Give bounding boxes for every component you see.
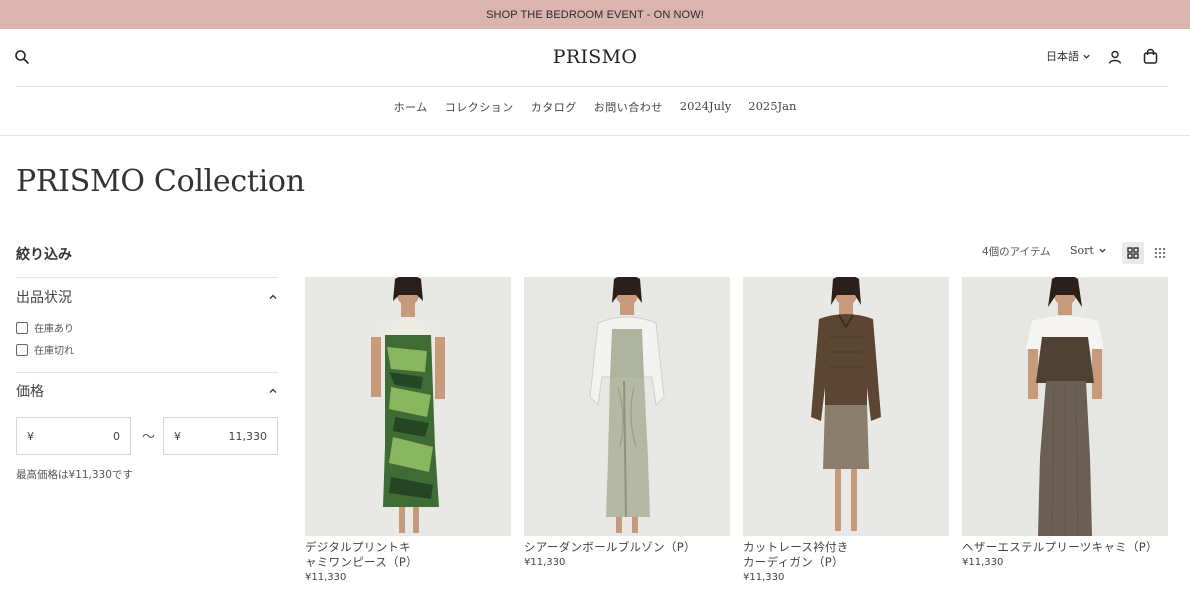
grid-small-icon [1155,248,1165,258]
sort-dropdown[interactable]: Sort [1070,244,1107,257]
price-range-separator: 〜 [142,430,156,445]
price-max-input[interactable]: ¥ 11,330 [163,417,278,455]
filter-divider [16,372,278,373]
main-nav: ホーム コレクション カタログ お問い合わせ 2024July 2025Jan [0,99,1190,115]
header-divider [16,86,1168,87]
chevron-up-icon [269,294,277,299]
site-header: PRISMO 日本語 [0,29,1190,86]
product-price: ¥11,330 [962,557,1004,568]
product-card[interactable]: デジタルプリントキ ャミワンピース（P） ¥11,330 [305,277,511,583]
nav-divider [0,135,1190,136]
product-photo-camo-dress [305,277,511,536]
page-title: PRISMO Collection [16,164,305,199]
product-image[interactable] [743,277,949,536]
account-icon[interactable] [1107,49,1123,65]
price-min-input[interactable]: ¥ 0 [16,417,131,455]
language-selector[interactable]: 日本語 [1046,48,1091,64]
price-max-value: 11,330 [228,429,268,443]
announcement-bar[interactable]: SHOP THE BEDROOM EVENT - ON NOW! [0,0,1190,29]
filter-title: 絞り込み [16,247,72,263]
product-card[interactable]: カットレース衿付き カーディガン（P） ¥11,330 [743,277,949,583]
in-stock-checkbox[interactable] [16,321,28,334]
filter-divider [16,277,278,278]
site-logo[interactable]: PRISMO [0,46,1190,68]
currency-symbol: ¥ [27,429,34,443]
product-image[interactable] [962,277,1168,536]
filter-option-out-of-stock[interactable]: 在庫切れ [16,342,74,357]
product-photo-cami [962,277,1168,536]
grid-4-view-button[interactable] [1151,244,1169,262]
max-price-note: 最高価格は¥11,330です [16,469,133,481]
availability-filter-toggle[interactable]: 出品状況 [16,287,278,307]
price-min-value: 0 [113,429,120,443]
filter-option-in-stock[interactable]: 在庫あり [16,320,74,335]
product-price: ¥11,330 [524,557,566,568]
product-photo-blouson [524,277,730,536]
product-name[interactable]: シアーダンボールブルゾン（P） [524,540,730,555]
product-name[interactable]: ヘザーエステルプリーツキャミ（P） [962,540,1168,555]
chevron-down-icon [1083,54,1090,59]
chevron-up-icon [269,388,277,393]
grid-2-view-button[interactable] [1122,242,1144,264]
nav-item-catalog[interactable]: カタログ [531,99,577,115]
grid-large-icon [1127,247,1139,259]
out-of-stock-checkbox[interactable] [16,343,28,356]
nav-item-2025jan[interactable]: 2025Jan [748,99,796,115]
bag-icon[interactable] [1142,48,1159,65]
availability-filter-label: 出品状況 [16,290,72,306]
product-photo-cardigan [743,277,949,536]
item-count: 4個のアイテム [982,246,1051,258]
nav-item-collection[interactable]: コレクション [445,99,514,115]
nav-item-contact[interactable]: お問い合わせ [594,99,663,115]
product-card[interactable]: シアーダンボールブルゾン（P） ¥11,330 [524,277,730,568]
currency-symbol: ¥ [174,429,181,443]
language-label: 日本語 [1046,50,1079,63]
product-price: ¥11,330 [743,572,785,583]
product-card[interactable]: ヘザーエステルプリーツキャミ（P） ¥11,330 [962,277,1168,568]
price-filter-toggle[interactable]: 価格 [16,381,278,401]
product-price: ¥11,330 [305,572,347,583]
product-name[interactable]: デジタルプリントキ ャミワンピース（P） [305,540,511,570]
nav-item-2024july[interactable]: 2024July [680,99,731,115]
chevron-down-icon [1099,248,1106,253]
out-of-stock-label: 在庫切れ [34,346,74,357]
in-stock-label: 在庫あり [34,324,74,335]
product-image[interactable] [524,277,730,536]
product-name[interactable]: カットレース衿付き カーディガン（P） [743,540,949,570]
sort-label: Sort [1070,244,1094,257]
nav-item-home[interactable]: ホーム [394,99,428,115]
product-image[interactable] [305,277,511,536]
announcement-text: SHOP THE BEDROOM EVENT - ON NOW! [486,8,704,21]
price-filter-label: 価格 [16,384,44,400]
